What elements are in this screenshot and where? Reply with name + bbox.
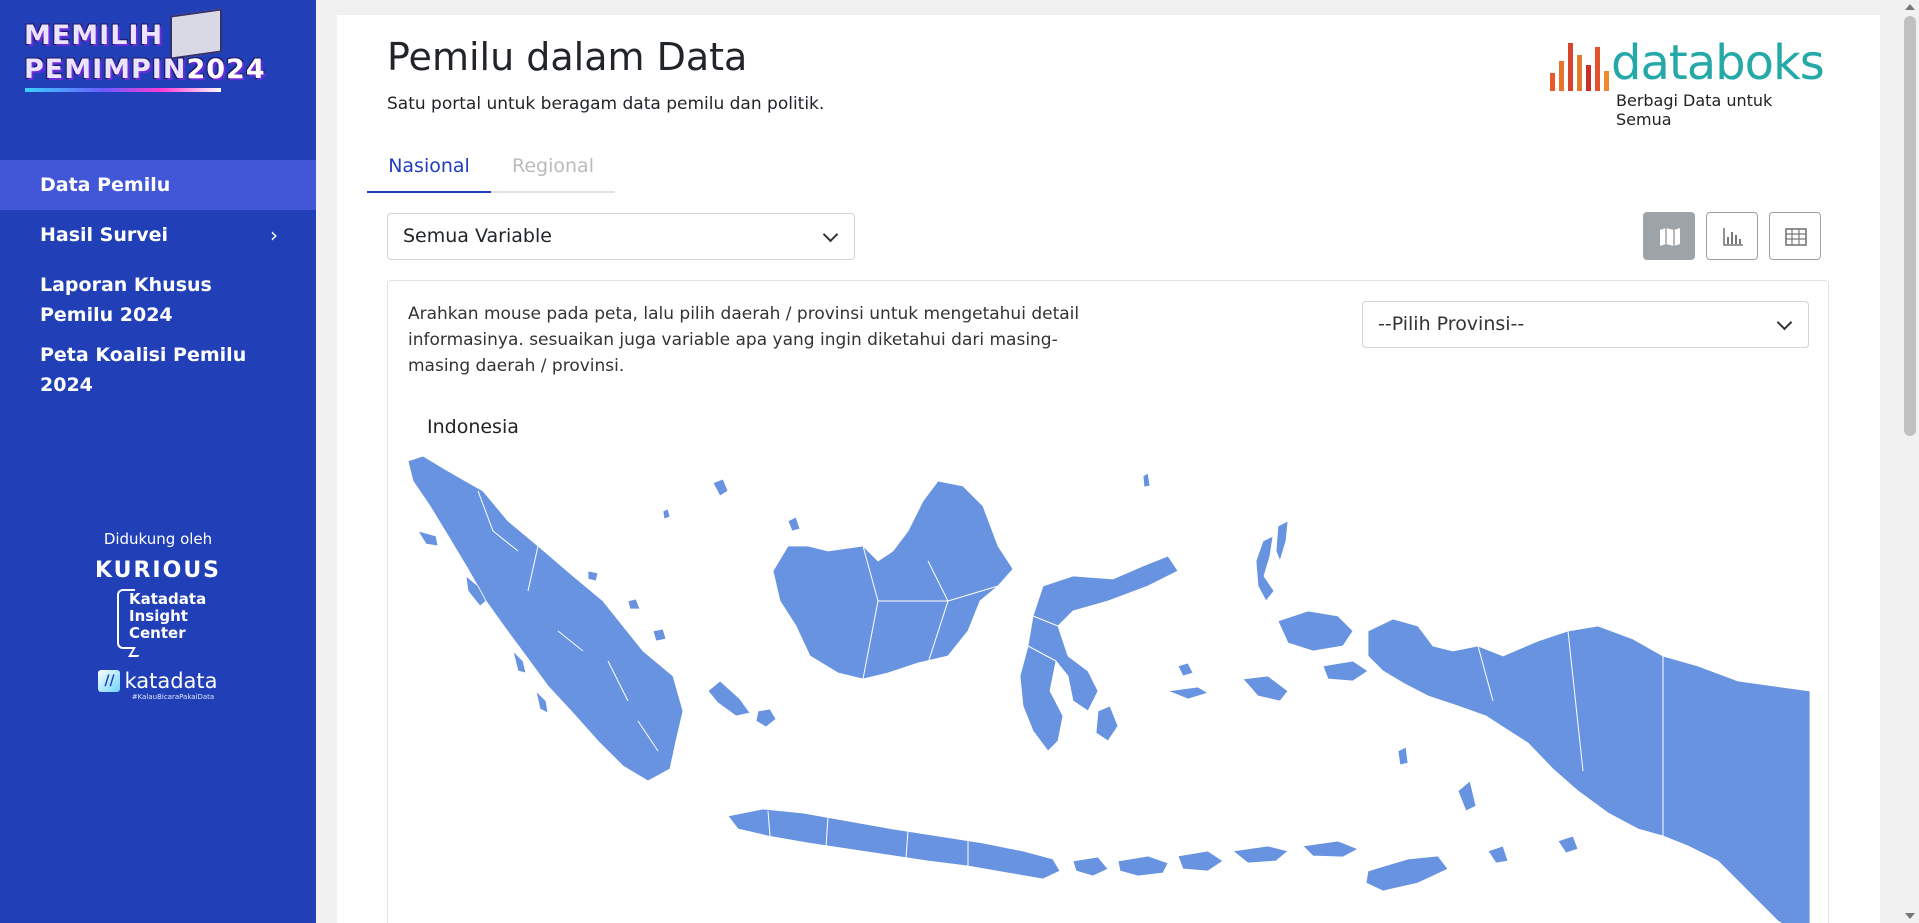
island-small-2[interactable] <box>787 516 801 532</box>
province-sumatra[interactable] <box>408 455 684 782</box>
province-maluku[interactable] <box>1166 660 1369 702</box>
province-ntb[interactable] <box>1117 850 1224 877</box>
page-title: Pemilu dalam Data <box>387 35 748 79</box>
sidebar-item-label: Data Pemilu <box>40 174 171 196</box>
island-natuna[interactable] <box>712 478 729 497</box>
page-scrollbar[interactable] <box>1900 0 1919 923</box>
sponsor-section: Didukung oleh KURIOUS Katadata Insight C… <box>0 530 316 701</box>
page-subtitle: Satu portal untuk beragam data pemilu da… <box>387 94 825 114</box>
island-simeulue[interactable] <box>417 530 439 547</box>
sidebar-item-laporan-khusus[interactable]: Laporan Khusus Pemilu 2024 <box>0 260 316 340</box>
variable-select[interactable]: Semua Variable <box>387 213 855 260</box>
main-card: Pemilu dalam Data Satu portal untuk bera… <box>337 15 1880 923</box>
map-title: Indonesia <box>427 416 519 438</box>
island-siberut[interactable] <box>535 689 549 714</box>
kic-line3: Center <box>129 624 186 642</box>
databoks-logo[interactable]: databoks Berbagi Data untuk Semua <box>1550 35 1830 129</box>
island-small-4[interactable] <box>1177 662 1194 677</box>
province-jawa[interactable] <box>727 808 1061 880</box>
databoks-tagline: Berbagi Data untuk Semua <box>1616 91 1773 129</box>
chart-view-button[interactable] <box>1706 212 1758 260</box>
province-papua[interactable] <box>1367 618 1810 923</box>
sidebar-item-label: Laporan Khusus Pemilu 2024 <box>40 274 212 326</box>
logo-line2: PEMIMPIN2024 <box>24 54 266 85</box>
island-halmahera[interactable] <box>1275 520 1289 563</box>
ballot-box-icon <box>170 8 222 60</box>
province-ntt[interactable] <box>1232 840 1449 892</box>
bar-chart-icon <box>1723 228 1743 246</box>
katadata-logo[interactable]: // katadata <box>0 669 316 693</box>
island-small-7[interactable] <box>1487 845 1509 864</box>
katadata-insight-center-logo[interactable]: Katadata Insight Center <box>117 589 206 661</box>
kic-text: Katadata Insight Center <box>129 591 206 642</box>
province-kalimantan[interactable] <box>772 480 1014 680</box>
map-icon <box>1660 228 1680 246</box>
scroll-down-icon[interactable] <box>1905 913 1915 919</box>
island-small-5[interactable] <box>1397 746 1409 766</box>
table-view-button[interactable] <box>1769 212 1821 260</box>
tab-nasional[interactable]: Nasional <box>367 144 491 193</box>
databoks-wordmark: databoks <box>1611 35 1825 91</box>
map-hint-text: Arahkan mouse pada peta, lalu pilih daer… <box>408 304 1080 376</box>
province-maluku-utara[interactable] <box>1255 535 1275 602</box>
island-sulawesi-se[interactable] <box>1095 705 1119 742</box>
logo-line1: MEMILIH <box>24 20 164 51</box>
table-icon <box>1785 228 1807 246</box>
island-papua-bird[interactable] <box>1277 610 1354 652</box>
logo-line2-text: PEMIMPIN <box>24 54 187 85</box>
province-bali[interactable] <box>1072 856 1109 877</box>
scrollbar-thumb[interactable] <box>1904 16 1916 436</box>
logo-year: 2024 <box>186 54 266 85</box>
island-small-3[interactable] <box>1142 472 1151 488</box>
sidebar-item-label: Hasil Survei <box>40 224 169 246</box>
kic-line1: Katadata <box>129 590 207 608</box>
memilih-pemimpin-logo[interactable]: MEMILIH PEMIMPIN2024 <box>22 8 265 96</box>
sidebar-nav: Data Pemilu Hasil Survei › Laporan Khusu… <box>0 160 316 410</box>
chevron-right-icon: › <box>270 223 278 247</box>
sidebar-item-hasil-survei[interactable]: Hasil Survei › <box>0 210 316 260</box>
island-belitung[interactable] <box>755 708 777 728</box>
scroll-up-icon[interactable] <box>1905 4 1915 10</box>
map-panel: Arahkan mouse pada peta, lalu pilih daer… <box>387 280 1829 923</box>
province-select[interactable]: --Pilih Provinsi-- <box>1362 301 1809 348</box>
databoks-bars-icon <box>1550 39 1610 91</box>
kic-line2: Insight <box>129 607 188 625</box>
sidebar: MEMILIH PEMIMPIN2024 Data Pemilu Hasil S… <box>0 0 316 923</box>
region-tabs: Nasional Regional <box>367 144 615 193</box>
island-small-8[interactable] <box>1557 835 1579 854</box>
kurious-logo[interactable]: KURIOUS <box>0 558 316 583</box>
katadata-name: katadata <box>124 669 218 693</box>
sidebar-item-peta-koalisi[interactable]: Peta Koalisi Pemilu 2024 <box>0 340 316 410</box>
variable-select-value: Semua Variable <box>403 225 552 247</box>
island-mentawai[interactable] <box>512 649 527 674</box>
sidebar-item-label: Peta Koalisi Pemilu 2024 <box>40 344 247 396</box>
province-shapes[interactable] <box>408 455 1810 923</box>
province-bangka-belitung[interactable] <box>707 680 751 717</box>
sidebar-item-data-pemilu[interactable]: Data Pemilu <box>0 160 316 210</box>
island-small-1[interactable] <box>662 508 671 520</box>
province-select-value: --Pilih Provinsi-- <box>1378 313 1525 335</box>
katadata-tagline: #KalauBicaraPakaiData <box>131 693 215 701</box>
katadata-mark-icon: // <box>98 670 121 692</box>
chevron-down-icon <box>822 226 839 243</box>
map-view-button[interactable] <box>1643 212 1695 260</box>
tab-regional[interactable]: Regional <box>491 144 615 193</box>
indonesia-map[interactable] <box>408 451 1810 923</box>
logo-stripe <box>25 88 221 92</box>
island-small-6[interactable] <box>1457 780 1477 812</box>
sponsor-label: Didukung oleh <box>103 530 213 548</box>
chevron-down-icon <box>1776 314 1793 331</box>
